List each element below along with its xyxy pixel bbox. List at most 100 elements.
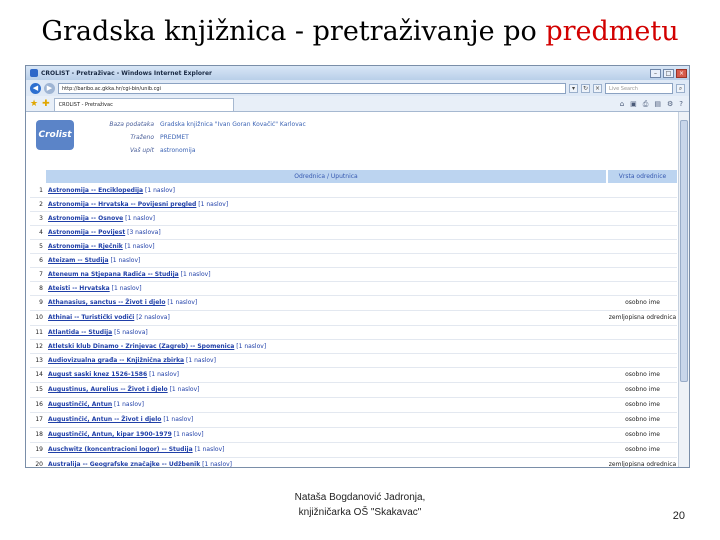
- entry-count: [1 naslov]: [236, 343, 267, 350]
- scroll-thumb[interactable]: [680, 120, 688, 382]
- entry-link[interactable]: Astronomija -- Enciklopedija: [48, 187, 143, 194]
- entry-link[interactable]: Ateizam -- Studija: [48, 257, 109, 264]
- table-body: 1 Astronomija -- Enciklopedija [1 naslov]…: [30, 184, 677, 467]
- row-number: 17: [35, 416, 43, 423]
- forward-icon[interactable]: ▶: [44, 82, 55, 94]
- entry-count: [1 naslov]: [125, 215, 156, 222]
- row-type: osobno ime: [625, 416, 660, 423]
- table-row: 2 Astronomija -- Hrvatska -- Povijesni pr…: [30, 198, 677, 212]
- table-row: 14 August saski knez 1526-1586 [1 naslov]…: [30, 368, 677, 383]
- entry-link[interactable]: Athanasius, sanctus -- Život i djelo: [48, 299, 165, 306]
- table-row: 12 Atletski klub Dinamo - Zrinjevac (Zagr…: [30, 340, 677, 354]
- favorites-star-icon[interactable]: ★: [30, 97, 38, 111]
- crolist-logo: Crolist: [36, 120, 74, 150]
- row-entry: Athinai -- Turistički vodiči [2 naslova]: [46, 311, 608, 325]
- row-entry: Astronomija -- Osnove [1 naslov]: [46, 212, 608, 225]
- row-entry: Auschwitz (koncentracioni logor) -- Stud…: [46, 443, 608, 457]
- entry-link[interactable]: Athinai -- Turistički vodiči: [48, 314, 134, 321]
- entry-link[interactable]: Augustinčić, Antun -- Život i djelo: [48, 416, 161, 423]
- slide-title-main: Gradska knjižnica - pretraživanje po: [41, 16, 546, 47]
- window-title: CROLIST - Pretraživac - Windows Internet…: [41, 69, 212, 77]
- row-entry: Astronomija -- Hrvatska -- Povijesni pre…: [46, 198, 608, 211]
- entry-count: [1 naslov]: [111, 285, 142, 292]
- row-type: [608, 326, 677, 339]
- results-table: Odrednica / Uputnica Vrsta odrednice 1 As…: [30, 170, 677, 467]
- entry-link[interactable]: Audiovizualna građa -- Knjižnična zbirka: [48, 357, 184, 364]
- entry-link[interactable]: Astronomija -- Osnove: [48, 215, 123, 222]
- info-line: Baza podataka Gradska knjižnica "Ivan Gor…: [109, 121, 306, 128]
- row-number: 2: [39, 201, 43, 208]
- entry-link[interactable]: Ateisti -- Hrvatska: [48, 285, 110, 292]
- entry-link[interactable]: Atlantida -- Studija: [48, 329, 112, 336]
- entry-count: [1 naslov]: [110, 257, 141, 264]
- table-row: 19 Auschwitz (koncentracioni logor) -- St…: [30, 443, 677, 458]
- refresh-icon[interactable]: ↻: [581, 83, 590, 93]
- home-icon[interactable]: ⌂: [620, 97, 624, 111]
- entry-link[interactable]: Ateneum na Stjepana Radića -- Studija: [48, 271, 179, 278]
- row-type: [608, 212, 677, 225]
- table-row: 13 Audiovizualna građa -- Knjižnična zbir…: [30, 354, 677, 368]
- slide-footer: Nataša Bogdanović Jadronja, knjižničarka…: [210, 490, 510, 520]
- entry-link[interactable]: Astronomija -- Hrvatska -- Povijesni pre…: [48, 201, 196, 208]
- entry-count: [1 naslov]: [194, 446, 225, 453]
- table-row: 18 Augustinčić, Antun, kipar 1900-1979 [1…: [30, 428, 677, 443]
- row-number: 9: [39, 299, 43, 306]
- entry-link[interactable]: Australija -- Geografske značajke -- Udž…: [48, 461, 200, 467]
- entry-count: [1 naslov]: [198, 201, 229, 208]
- entry-link[interactable]: August saski knez 1526-1586: [48, 371, 147, 378]
- row-type: zemljopisna odrednica: [608, 461, 677, 467]
- browser-app-icon: [30, 69, 38, 77]
- header-type[interactable]: Vrsta odrednice: [608, 170, 677, 183]
- entry-link[interactable]: Astronomija -- Povijest: [48, 229, 125, 236]
- entry-link[interactable]: Augustinčić, Antun: [48, 401, 112, 408]
- tabs-bar: ★ ✚ CROLIST - Pretraživac ⌂ ▣ ⎙ ▤ ⚙ ?: [26, 96, 689, 112]
- entry-count: [1 naslov]: [145, 187, 175, 194]
- vertical-scrollbar[interactable]: [678, 112, 689, 467]
- row-number: 5: [39, 243, 43, 250]
- results-header: Crolist Baza podataka Gradska knjižnica "…: [26, 112, 679, 170]
- close-button[interactable]: ×: [676, 68, 687, 78]
- entry-link[interactable]: Augustinus, Aurelius -- Život i djelo: [48, 386, 168, 393]
- row-entry: Athanasius, sanctus -- Život i djelo [1 …: [46, 296, 608, 310]
- entry-link[interactable]: Atletski klub Dinamo - Zrinjevac (Zagreb…: [48, 343, 234, 350]
- search-icon[interactable]: ⌕: [676, 83, 685, 93]
- row-type: osobno ime: [625, 431, 660, 438]
- row-type: [608, 226, 677, 239]
- help-icon[interactable]: ?: [679, 97, 683, 111]
- search-input[interactable]: Live Search: [605, 82, 673, 94]
- row-number: 3: [39, 215, 43, 222]
- table-row: 11 Atlantida -- Studija [5 naslova]: [30, 326, 677, 340]
- stop-icon[interactable]: ×: [593, 83, 602, 93]
- entry-count: [1 naslov]: [167, 299, 198, 306]
- feeds-icon[interactable]: ▣: [630, 97, 637, 111]
- entry-count: [1 naslov]: [149, 371, 179, 378]
- dropdown-icon[interactable]: ▾: [569, 83, 578, 93]
- page-menu-icon[interactable]: ▤: [654, 97, 661, 111]
- info-line: Traženo PREDMET: [130, 134, 189, 141]
- maximize-button[interactable]: □: [663, 68, 674, 78]
- row-number: 7: [39, 271, 43, 278]
- add-favorites-icon[interactable]: ✚: [42, 97, 50, 111]
- table-row: 7 Ateneum na Stjepana Radića -- Studija […: [30, 268, 677, 282]
- entry-count: [1 naslov]: [180, 271, 211, 278]
- back-icon[interactable]: ◀: [30, 82, 41, 94]
- browser-tab[interactable]: CROLIST - Pretraživac: [53, 98, 234, 111]
- entry-count: [1 naslov]: [186, 357, 216, 364]
- tools-menu-icon[interactable]: ⚙: [667, 97, 673, 111]
- print-icon[interactable]: ⎙: [643, 97, 649, 111]
- url-input[interactable]: http://baribo.ac.gkka.hr/cgi-bin/unib.cg…: [58, 82, 566, 94]
- window-titlebar: CROLIST - Pretraživac - Windows Internet…: [26, 66, 689, 80]
- entry-count: [3 naslova]: [127, 229, 161, 236]
- row-number: 11: [35, 329, 43, 336]
- row-type: zemljopisna odrednica: [608, 314, 677, 321]
- row-type: [608, 340, 677, 353]
- row-number: 19: [35, 446, 43, 453]
- row-number: 6: [39, 257, 43, 264]
- row-entry: Ateisti -- Hrvatska [1 naslov]: [46, 282, 608, 295]
- entry-link[interactable]: Augustinčić, Antun, kipar 1900-1979: [48, 431, 172, 438]
- entry-link[interactable]: Astronomija -- Rječnik: [48, 243, 123, 250]
- entry-link[interactable]: Auschwitz (koncentracioni logor) -- Stud…: [48, 446, 193, 453]
- row-type: osobno ime: [625, 386, 660, 393]
- header-entry[interactable]: Odrednica / Uputnica: [46, 170, 606, 183]
- minimize-button[interactable]: –: [650, 68, 661, 78]
